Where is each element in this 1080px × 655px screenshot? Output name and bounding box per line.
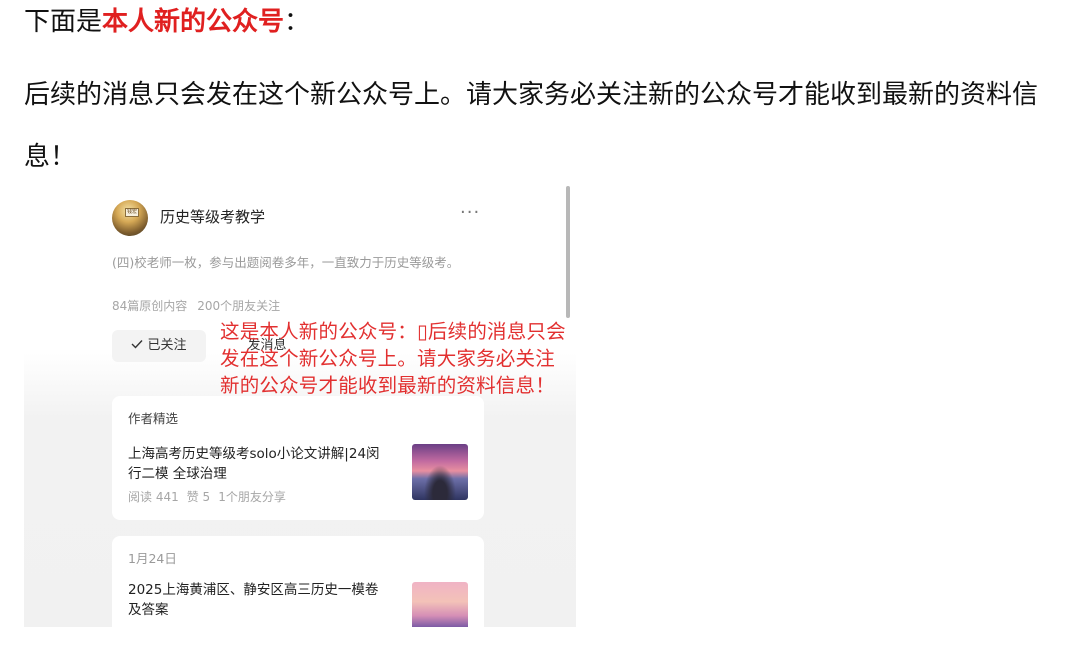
article-thumbnail[interactable] — [412, 582, 468, 627]
intro-highlight: 本人新的公众号 — [102, 7, 285, 37]
like-count: 赞 5 — [186, 490, 211, 504]
followed-label: 已关注 — [147, 338, 187, 353]
followed-button[interactable]: 已关注 — [112, 330, 206, 362]
account-description: (四)校老师一枚，参与出题阅卷多年，一直致力于历史等级考。 — [112, 255, 460, 270]
avatar-tag: 钱宏 — [125, 208, 139, 217]
article-meta: 阅读 441 赞 5 1个朋友分享 — [128, 488, 286, 505]
article-title[interactable]: 上海高考历史等级考solo小论文讲解|24闵行二模 全球治理 — [128, 444, 390, 484]
intro-line: 下面是本人新的公众号： — [24, 2, 310, 42]
card-header: 作者精选 — [128, 411, 179, 426]
original-count: 84篇原创内容 — [112, 299, 188, 313]
avatar[interactable]: 钱宏 — [112, 200, 148, 236]
check-icon — [131, 330, 143, 362]
account-stats: 84篇原创内容 200个朋友关注 — [112, 297, 280, 314]
account-screenshot: 钱宏 历史等级考教学 ··· (四)校老师一枚，参与出题阅卷多年，一直致力于历史… — [24, 178, 576, 627]
scrollbar[interactable] — [566, 186, 570, 318]
article-paragraph: 后续的消息只会发在这个新公众号上。请大家务必关注新的公众号才能收到最新的资料信息… — [24, 80, 1039, 172]
article-thumbnail[interactable] — [412, 444, 468, 500]
share-count: 1个朋友分享 — [218, 490, 286, 504]
article-title[interactable]: 2025上海黄浦区、静安区高三历史一模卷及答案 — [128, 580, 390, 620]
overlay-annotation: 这是本人新的公众号：▯后续的消息只会发在这个新公众号上。请大家务必关注新的公众号… — [220, 320, 566, 397]
intro-suffix: ： — [284, 7, 311, 37]
account-name[interactable]: 历史等级考教学 — [160, 206, 265, 227]
featured-card: 作者精选 上海高考历史等级考solo小论文讲解|24闵行二模 全球治理 阅读 4… — [112, 396, 484, 520]
card-date: 1月24日 — [128, 551, 177, 566]
intro-prefix: 下面是 — [24, 7, 103, 37]
dated-card: 1月24日 2025上海黄浦区、静安区高三历史一模卷及答案 — [112, 536, 484, 627]
read-count: 阅读 441 — [128, 490, 179, 504]
friends-following: 200个朋友关注 — [197, 299, 281, 313]
more-options-icon[interactable]: ··· — [460, 202, 480, 223]
